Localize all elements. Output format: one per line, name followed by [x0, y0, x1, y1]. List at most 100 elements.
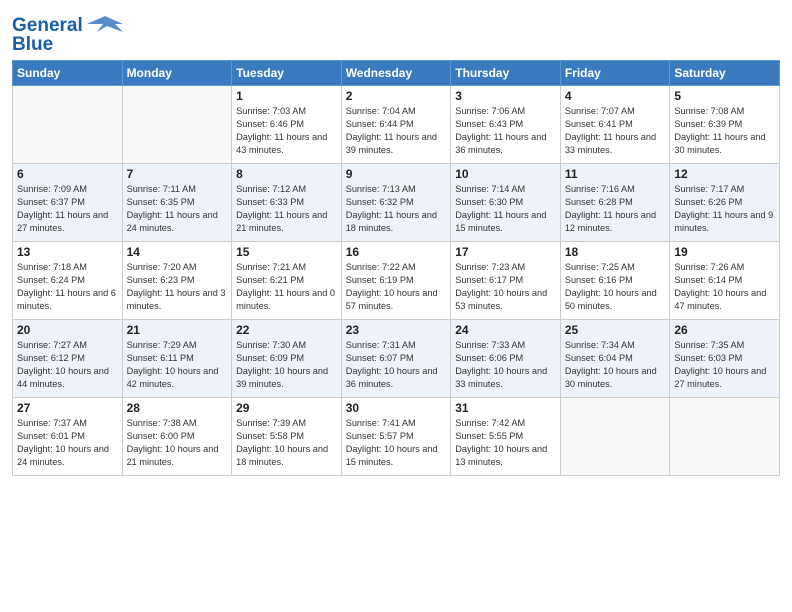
col-friday: Friday [560, 61, 670, 86]
calendar-week-row: 6Sunrise: 7:09 AM Sunset: 6:37 PM Daylig… [13, 164, 780, 242]
calendar-cell: 20 Sunrise: 7:27 AM Sunset: 6:12 PM Dayli… [13, 320, 123, 398]
col-wednesday: Wednesday [341, 61, 451, 86]
day-number: 9 [346, 167, 447, 181]
day-info: Sunrise: 7:25 AM Sunset: 6:16 PM Dayligh… [565, 261, 666, 313]
calendar-cell: 30 Sunrise: 7:41 AM Sunset: 5:57 PM Dayli… [341, 398, 451, 476]
logo-blue: Blue [12, 34, 53, 56]
calendar-cell: 4 Sunrise: 7:07 AM Sunset: 6:41 PM Daylig… [560, 86, 670, 164]
day-number: 13 [17, 245, 118, 259]
day-number: 20 [17, 323, 118, 337]
day-info: Sunrise: 7:29 AM Sunset: 6:11 PM Dayligh… [127, 339, 228, 391]
day-info: Sunrise: 7:42 AM Sunset: 5:55 PM Dayligh… [455, 417, 556, 469]
day-info: Sunrise: 7:06 AM Sunset: 6:43 PM Dayligh… [455, 105, 556, 157]
header: General Blue [12, 10, 780, 56]
day-info: Sunrise: 7:04 AM Sunset: 6:44 PM Dayligh… [346, 105, 447, 157]
day-info: Sunrise: 7:13 AM Sunset: 6:32 PM Dayligh… [346, 183, 447, 235]
day-info: Sunrise: 7:08 AM Sunset: 6:39 PM Dayligh… [674, 105, 775, 157]
day-number: 16 [346, 245, 447, 259]
calendar-cell: 27Sunrise: 7:37 AM Sunset: 6:01 PM Dayli… [13, 398, 123, 476]
day-number: 3 [455, 89, 556, 103]
day-number: 26 [674, 323, 775, 337]
day-number: 15 [236, 245, 337, 259]
calendar-cell: 8 Sunrise: 7:12 AM Sunset: 6:33 PM Daylig… [232, 164, 342, 242]
calendar-cell: 15 Sunrise: 7:21 AM Sunset: 6:21 PM Dayli… [232, 242, 342, 320]
day-number: 18 [565, 245, 666, 259]
calendar-cell: 31 Sunrise: 7:42 AM Sunset: 5:55 PM Dayli… [451, 398, 561, 476]
day-number: 19 [674, 245, 775, 259]
calendar-cell: 9 Sunrise: 7:13 AM Sunset: 6:32 PM Daylig… [341, 164, 451, 242]
calendar-cell: 3 Sunrise: 7:06 AM Sunset: 6:43 PM Daylig… [451, 86, 561, 164]
day-number: 7 [127, 167, 228, 181]
day-number: 28 [127, 401, 228, 415]
day-info: Sunrise: 7:30 AM Sunset: 6:09 PM Dayligh… [236, 339, 337, 391]
col-sunday: Sunday [13, 61, 123, 86]
calendar-cell: 26 Sunrise: 7:35 AM Sunset: 6:03 PM Dayli… [670, 320, 780, 398]
day-info: Sunrise: 7:34 AM Sunset: 6:04 PM Dayligh… [565, 339, 666, 391]
page-container: General Blue Sunday Monday Tuesday Wedne… [0, 0, 792, 484]
day-number: 11 [565, 167, 666, 181]
calendar-week-row: 20 Sunrise: 7:27 AM Sunset: 6:12 PM Dayli… [13, 320, 780, 398]
day-info: Sunrise: 7:39 AM Sunset: 5:58 PM Dayligh… [236, 417, 337, 469]
calendar-table: Sunday Monday Tuesday Wednesday Thursday… [12, 60, 780, 476]
calendar-cell: 23 Sunrise: 7:31 AM Sunset: 6:07 PM Dayli… [341, 320, 451, 398]
calendar-cell: 18 Sunrise: 7:25 AM Sunset: 6:16 PM Dayli… [560, 242, 670, 320]
day-info: Sunrise: 7:27 AM Sunset: 6:12 PM Dayligh… [17, 339, 118, 391]
day-info: Sunrise: 7:23 AM Sunset: 6:17 PM Dayligh… [455, 261, 556, 313]
calendar-cell: 10Sunrise: 7:14 AM Sunset: 6:30 PM Dayli… [451, 164, 561, 242]
calendar-header-row: Sunday Monday Tuesday Wednesday Thursday… [13, 61, 780, 86]
calendar-cell: 24Sunrise: 7:33 AM Sunset: 6:06 PM Dayli… [451, 320, 561, 398]
day-number: 31 [455, 401, 556, 415]
day-info: Sunrise: 7:11 AM Sunset: 6:35 PM Dayligh… [127, 183, 228, 235]
day-number: 6 [17, 167, 118, 181]
day-number: 22 [236, 323, 337, 337]
day-number: 24 [455, 323, 556, 337]
calendar-cell: 2 Sunrise: 7:04 AM Sunset: 6:44 PM Daylig… [341, 86, 451, 164]
day-number: 2 [346, 89, 447, 103]
logo-general: General [12, 15, 83, 36]
calendar-cell [560, 398, 670, 476]
calendar-cell: 22 Sunrise: 7:30 AM Sunset: 6:09 PM Dayli… [232, 320, 342, 398]
calendar-cell [670, 398, 780, 476]
calendar-cell: 19 Sunrise: 7:26 AM Sunset: 6:14 PM Dayli… [670, 242, 780, 320]
day-info: Sunrise: 7:17 AM Sunset: 6:26 PM Dayligh… [674, 183, 775, 235]
day-info: Sunrise: 7:18 AM Sunset: 6:24 PM Dayligh… [17, 261, 118, 313]
day-number: 17 [455, 245, 556, 259]
day-info: Sunrise: 7:20 AM Sunset: 6:23 PM Dayligh… [127, 261, 228, 313]
calendar-cell: 13 Sunrise: 7:18 AM Sunset: 6:24 PM Dayli… [13, 242, 123, 320]
day-info: Sunrise: 7:31 AM Sunset: 6:07 PM Dayligh… [346, 339, 447, 391]
day-number: 29 [236, 401, 337, 415]
day-info: Sunrise: 7:07 AM Sunset: 6:41 PM Dayligh… [565, 105, 666, 157]
calendar-week-row: 27Sunrise: 7:37 AM Sunset: 6:01 PM Dayli… [13, 398, 780, 476]
day-info: Sunrise: 7:26 AM Sunset: 6:14 PM Dayligh… [674, 261, 775, 313]
day-info: Sunrise: 7:35 AM Sunset: 6:03 PM Dayligh… [674, 339, 775, 391]
day-info: Sunrise: 7:22 AM Sunset: 6:19 PM Dayligh… [346, 261, 447, 313]
day-info: Sunrise: 7:37 AM Sunset: 6:01 PM Dayligh… [17, 417, 118, 469]
day-number: 23 [346, 323, 447, 337]
calendar-cell: 11 Sunrise: 7:16 AM Sunset: 6:28 PM Dayli… [560, 164, 670, 242]
col-tuesday: Tuesday [232, 61, 342, 86]
day-info: Sunrise: 7:12 AM Sunset: 6:33 PM Dayligh… [236, 183, 337, 235]
day-info: Sunrise: 7:21 AM Sunset: 6:21 PM Dayligh… [236, 261, 337, 313]
day-info: Sunrise: 7:41 AM Sunset: 5:57 PM Dayligh… [346, 417, 447, 469]
day-info: Sunrise: 7:14 AM Sunset: 6:30 PM Dayligh… [455, 183, 556, 235]
calendar-cell: 14 Sunrise: 7:20 AM Sunset: 6:23 PM Dayli… [122, 242, 232, 320]
calendar-cell: 29 Sunrise: 7:39 AM Sunset: 5:58 PM Dayli… [232, 398, 342, 476]
calendar-cell: 5 Sunrise: 7:08 AM Sunset: 6:39 PM Daylig… [670, 86, 780, 164]
day-number: 5 [674, 89, 775, 103]
calendar-cell [122, 86, 232, 164]
day-number: 4 [565, 89, 666, 103]
logo-bird-icon [87, 14, 123, 36]
day-number: 30 [346, 401, 447, 415]
calendar-cell: 17 Sunrise: 7:23 AM Sunset: 6:17 PM Dayli… [451, 242, 561, 320]
logo: General Blue [12, 14, 123, 56]
calendar-cell [13, 86, 123, 164]
day-info: Sunrise: 7:16 AM Sunset: 6:28 PM Dayligh… [565, 183, 666, 235]
calendar-cell: 6Sunrise: 7:09 AM Sunset: 6:37 PM Daylig… [13, 164, 123, 242]
col-monday: Monday [122, 61, 232, 86]
calendar-cell: 25Sunrise: 7:34 AM Sunset: 6:04 PM Dayli… [560, 320, 670, 398]
calendar-week-row: 13 Sunrise: 7:18 AM Sunset: 6:24 PM Dayli… [13, 242, 780, 320]
calendar-cell: 1Sunrise: 7:03 AM Sunset: 6:46 PM Daylig… [232, 86, 342, 164]
day-number: 8 [236, 167, 337, 181]
day-number: 1 [236, 89, 337, 103]
day-number: 14 [127, 245, 228, 259]
